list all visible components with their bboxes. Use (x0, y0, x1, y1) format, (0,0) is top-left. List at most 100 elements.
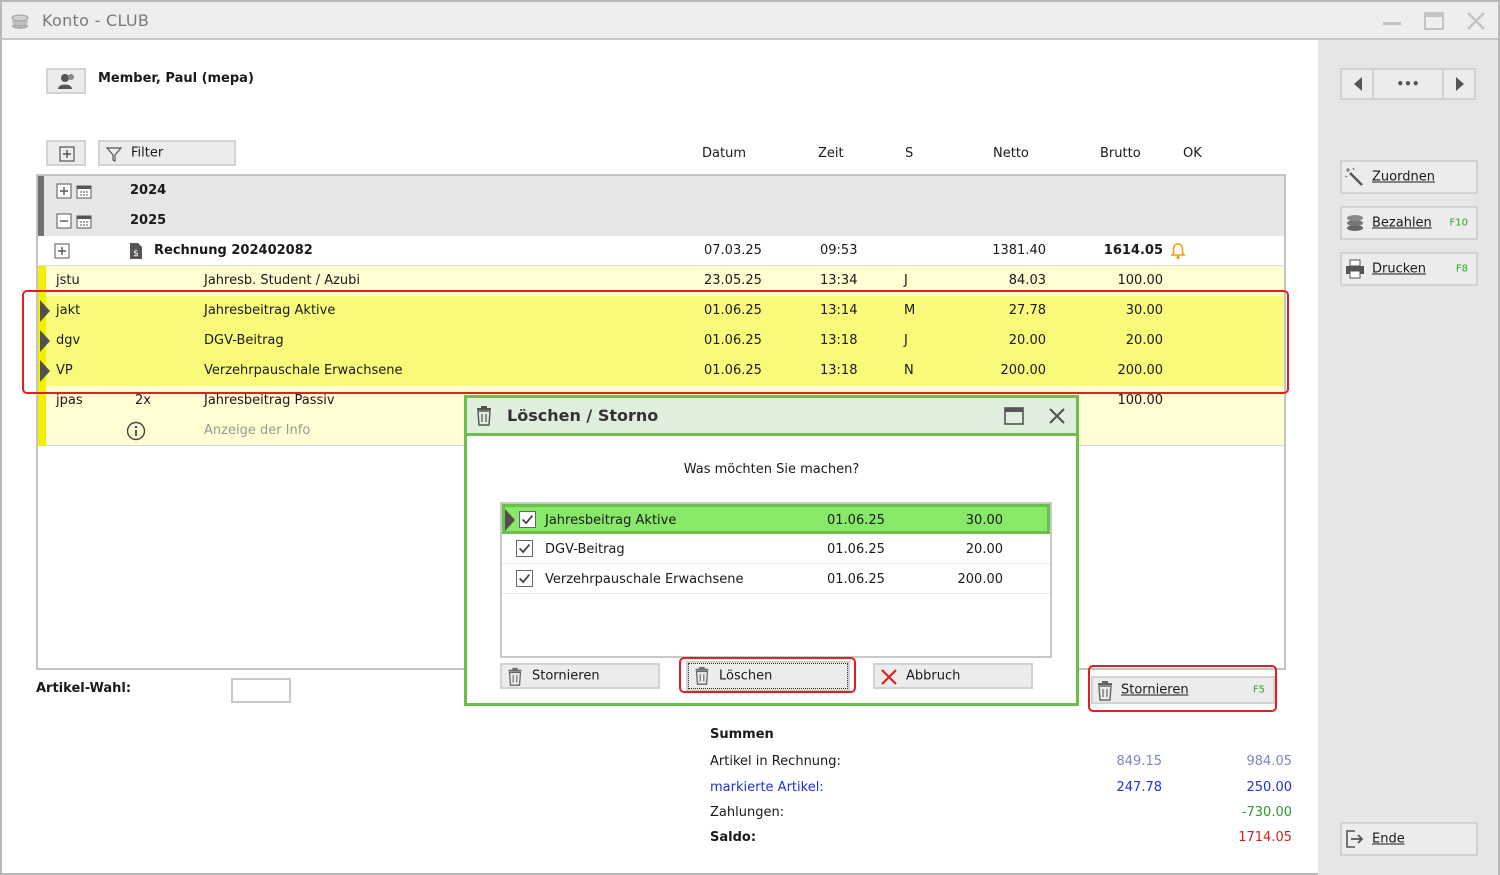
dialog-item-betrag: 30.00 (965, 513, 1003, 528)
drucken-label: Drucken (1372, 261, 1427, 277)
window-title: Konto - CLUB (42, 11, 150, 30)
minimize-icon[interactable] (1380, 10, 1404, 32)
stornieren-highlight (1088, 665, 1277, 712)
col-ok[interactable]: OK (1183, 146, 1202, 161)
zahlungen-brutto: -730.00 (1241, 805, 1292, 820)
expand-all-button[interactable] (46, 140, 86, 166)
col-datum[interactable]: Datum (702, 146, 746, 161)
item-qty: 2x (135, 393, 151, 408)
dialog-item-name: Jahresbeitrag Aktive (545, 513, 677, 528)
dialog-close-icon[interactable] (1047, 406, 1067, 426)
item-zeit: 13:34 (820, 273, 858, 288)
checkbox-checked-icon[interactable] (516, 540, 533, 557)
coins-icon (1347, 215, 1363, 231)
right-sidebar: ••• Zuordnen Bezahlen F10 Drucken F8 End… (1318, 40, 1498, 875)
dialog-item-datum: 01.06.25 (827, 542, 885, 557)
filter-button[interactable]: Filter (98, 140, 236, 166)
dialog-stornieren-label: Stornieren (532, 668, 600, 684)
invoice-label: Rechnung 202402082 (154, 243, 313, 258)
marked-rows-highlight (22, 290, 1289, 394)
bezahlen-button[interactable]: Bezahlen F10 (1340, 206, 1478, 240)
item-datum: 23.05.25 (704, 273, 762, 288)
plus-box-icon (59, 146, 75, 162)
selection-marker-icon (505, 509, 515, 531)
prev-record-button[interactable] (1342, 70, 1374, 98)
summen-title: Summen (710, 727, 774, 742)
saldo-brutto: 1714.05 (1238, 830, 1292, 845)
artikel-wahl-input[interactable] (231, 678, 291, 703)
expand-icon[interactable] (54, 243, 70, 259)
exit-icon (1346, 830, 1364, 848)
trash-icon (508, 667, 522, 686)
col-netto[interactable]: Netto (993, 146, 1029, 161)
checkbox-checked-icon[interactable] (516, 570, 533, 587)
zuordnen-button[interactable]: Zuordnen (1340, 160, 1478, 194)
more-button[interactable]: ••• (1376, 70, 1440, 98)
svg-text:$: $ (133, 249, 139, 259)
drucken-button[interactable]: Drucken F8 (1340, 252, 1478, 286)
col-brutto[interactable]: Brutto (1100, 146, 1141, 161)
collapse-icon[interactable] (56, 213, 72, 229)
dialog-item-row-selected[interactable]: Jahresbeitrag Aktive 01.06.25 30.00 (502, 504, 1050, 534)
dialog-item-list: Jahresbeitrag Aktive 01.06.25 30.00 DGV-… (500, 502, 1052, 658)
printer-icon (1346, 259, 1364, 279)
saldo-label: Saldo: (710, 830, 757, 845)
arrow-right-icon (1456, 77, 1464, 91)
dialog-item-betrag: 20.00 (965, 542, 1003, 557)
info-icon (126, 421, 146, 441)
dialog-item-name: DGV-Beitrag (545, 542, 625, 557)
artikel-in-rechnung-netto: 849.15 (1116, 754, 1163, 769)
user-icon (58, 74, 74, 89)
markierte-artikel-brutto: 250.00 (1246, 780, 1293, 795)
invoice-row[interactable]: $ Rechnung 202402082 07.03.25 09:53 1381… (38, 236, 1284, 266)
zuordnen-label: Zuordnen (1372, 169, 1435, 185)
invoice-icon: $ (130, 243, 142, 259)
record-navigator: ••• (1340, 68, 1476, 100)
dialog-maximize-icon[interactable] (1003, 406, 1025, 426)
group-row-2025[interactable]: 2025 (38, 206, 1284, 236)
maximize-icon[interactable] (1422, 10, 1446, 32)
item-netto: 84.03 (1008, 273, 1046, 288)
group-row-2024[interactable]: 2024 (38, 176, 1284, 206)
markierte-artikel-netto: 247.78 (1116, 780, 1163, 795)
item-brutto: 100.00 (1117, 273, 1164, 288)
bezahlen-shortcut: F10 (1449, 217, 1468, 229)
artikel-in-rechnung-label: Artikel in Rechnung: (710, 754, 841, 769)
dialog-abbruch-label: Abbruch (906, 668, 961, 684)
dialog-abbruch-button[interactable]: Abbruch (873, 663, 1033, 689)
dialog-item-row[interactable]: DGV-Beitrag 01.06.25 20.00 (502, 534, 1050, 564)
dialog-title-bar: Löschen / Storno (467, 398, 1076, 436)
group-label-2024: 2024 (130, 183, 167, 198)
row-indicator (38, 416, 46, 446)
drucken-shortcut: F8 (1455, 263, 1468, 275)
invoice-zeit: 09:53 (820, 243, 858, 258)
dialog-item-row[interactable]: Verzehrpauschale Erwachsene 01.06.25 200… (502, 564, 1050, 594)
loeschen-highlight (679, 657, 856, 693)
info-label: Anzeige der Info (204, 423, 311, 438)
konto-window: Konto - CLUB Member, Paul (mepa) Filter … (0, 0, 1500, 875)
filter-label: Filter (131, 145, 164, 161)
dialog-question: Was möchten Sie machen? (683, 462, 860, 477)
coins-app-icon (11, 14, 29, 29)
item-code: jpas (56, 393, 83, 408)
dialog-item-datum: 01.06.25 (827, 572, 885, 587)
filter-icon (105, 147, 123, 162)
artikel-wahl-label: Artikel-Wahl: (36, 681, 132, 696)
trash-icon (477, 406, 491, 426)
item-code: jstu (56, 273, 80, 288)
cancel-x-icon (881, 669, 897, 685)
col-zeit[interactable]: Zeit (818, 146, 844, 161)
next-record-button[interactable] (1442, 70, 1474, 98)
ende-button[interactable]: Ende (1340, 822, 1478, 856)
col-s[interactable]: S (905, 146, 913, 161)
bell-icon (1170, 243, 1186, 260)
close-icon[interactable] (1464, 10, 1488, 32)
member-button[interactable] (46, 68, 86, 94)
expand-icon[interactable] (56, 183, 72, 199)
invoice-netto: 1381.40 (992, 243, 1046, 258)
invoice-brutto: 1614.05 (1103, 243, 1163, 258)
arrow-left-icon (1354, 77, 1362, 91)
calendar-icon (76, 215, 92, 229)
checkbox-checked-icon[interactable] (519, 511, 536, 528)
dialog-stornieren-button[interactable]: Stornieren (500, 663, 660, 689)
